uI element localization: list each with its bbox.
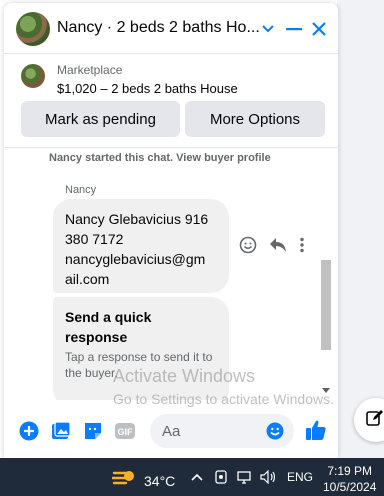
listing-title[interactable]: $1,020 – 2 beds 2 baths House bbox=[57, 81, 238, 96]
more-icon[interactable] bbox=[299, 237, 305, 258]
message-line: ail.com bbox=[65, 271, 110, 287]
quick-response-title: Send a quick response bbox=[65, 309, 152, 345]
reply-icon[interactable] bbox=[269, 237, 287, 258]
weather-icon bbox=[110, 467, 136, 494]
message-list[interactable]: Nancy started this chat. View buyer prof… bbox=[4, 147, 338, 400]
chevron-down-icon[interactable] bbox=[254, 15, 282, 43]
photo-icon[interactable] bbox=[50, 420, 72, 442]
network-icon[interactable] bbox=[236, 468, 252, 486]
mark-as-pending-button[interactable]: Mark as pending bbox=[21, 101, 180, 137]
add-icon[interactable] bbox=[18, 420, 40, 442]
message-actions bbox=[239, 236, 305, 259]
temperature: 34°C bbox=[144, 472, 176, 489]
chat-title[interactable]: Nancy · 2 beds 2 baths Ho... bbox=[57, 19, 260, 37]
message-input-wrapper[interactable] bbox=[150, 414, 294, 448]
minimize-icon[interactable] bbox=[280, 15, 308, 43]
page-background-right bbox=[337, 0, 384, 458]
clock[interactable]: 7:19 PM 10/5/2024 bbox=[323, 463, 376, 495]
composer: GIF bbox=[4, 406, 338, 456]
message-line: nancyglebavicius@gm bbox=[65, 251, 206, 267]
meet-now-icon[interactable] bbox=[213, 468, 229, 486]
sticker-icon[interactable] bbox=[82, 420, 104, 442]
chat-header[interactable]: Nancy · 2 beds 2 baths Ho... bbox=[4, 3, 338, 54]
chevron-up-icon[interactable] bbox=[190, 468, 204, 486]
weather-widget[interactable]: 34°C bbox=[110, 467, 176, 494]
language-indicator[interactable]: ENG bbox=[287, 470, 313, 484]
more-options-button[interactable]: More Options bbox=[185, 101, 325, 137]
gif-icon[interactable]: GIF bbox=[114, 420, 136, 442]
clock-time: 7:19 PM bbox=[327, 464, 373, 478]
chat-started-notice: Nancy started this chat. View buyer prof… bbox=[49, 152, 271, 164]
message-bubble[interactable]: Nancy Glebavicius 916 380 7172 nancygleb… bbox=[53, 199, 229, 293]
listing-category: Marketplace bbox=[57, 63, 123, 77]
thumbs-up-icon[interactable] bbox=[304, 418, 328, 442]
message-line: Nancy Glebavicius 916 bbox=[65, 211, 209, 227]
volume-icon[interactable] bbox=[259, 468, 277, 486]
close-icon[interactable] bbox=[305, 15, 333, 43]
edit-icon bbox=[366, 409, 384, 432]
emoji-icon[interactable] bbox=[266, 422, 284, 445]
scrollbar[interactable] bbox=[319, 256, 333, 400]
avatar[interactable] bbox=[16, 12, 50, 46]
activate-windows-title: Activate Windows bbox=[113, 366, 256, 386]
listing-thumbnail[interactable] bbox=[21, 64, 45, 88]
scrollbar-thumb[interactable] bbox=[321, 260, 331, 350]
activate-windows-subtitle: Go to Settings to activate Windows. bbox=[113, 391, 334, 407]
gif-label: GIF bbox=[118, 427, 134, 437]
react-icon[interactable] bbox=[239, 236, 257, 259]
message-line: 380 7172 bbox=[65, 231, 124, 247]
chat-window: Nancy · 2 beds 2 baths Ho... Marketplace… bbox=[4, 3, 338, 458]
message-input[interactable] bbox=[162, 420, 262, 442]
sender-name: Nancy bbox=[65, 184, 97, 196]
clock-date: 10/5/2024 bbox=[323, 480, 377, 494]
taskbar: 34°C ENG 7:19 PM 10/5/2024 bbox=[0, 458, 384, 496]
listing-card: Marketplace $1,020 – 2 beds 2 baths Hous… bbox=[4, 55, 338, 147]
